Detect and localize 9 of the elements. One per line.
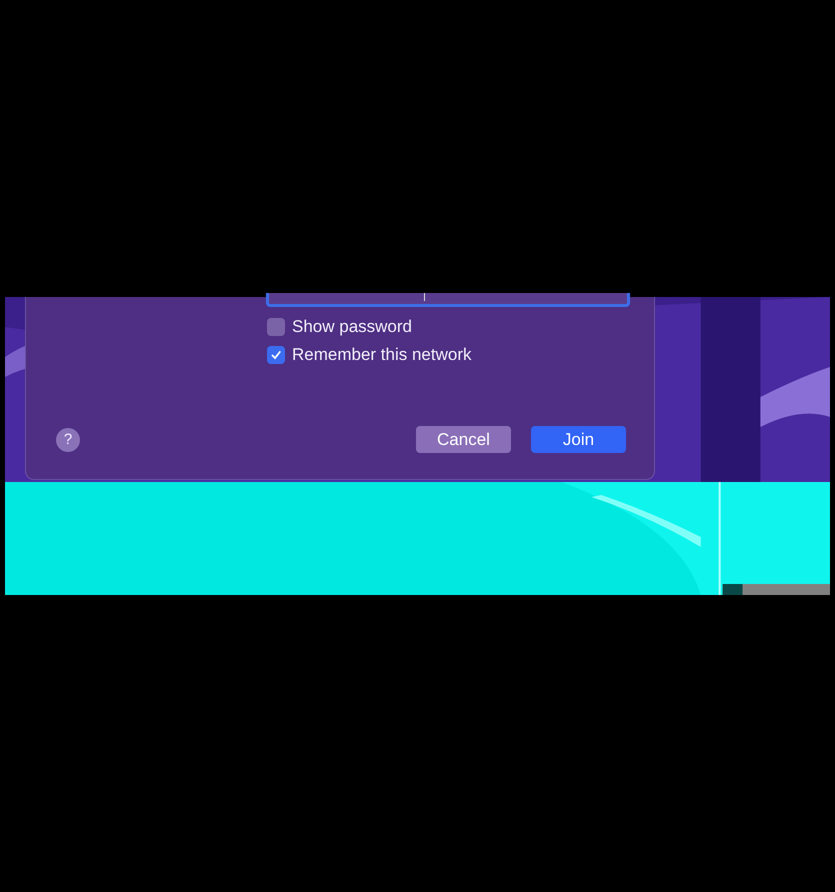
checkmark-icon — [270, 349, 282, 361]
password-field[interactable] — [266, 293, 630, 307]
checkbox[interactable] — [267, 346, 285, 364]
checkbox-label: Remember this network — [292, 345, 472, 365]
cancel-button[interactable]: Cancel — [416, 426, 511, 453]
join-button[interactable]: Join — [531, 426, 626, 453]
checkbox-label: Show password — [292, 317, 412, 337]
checkbox[interactable] — [267, 318, 285, 336]
help-button[interactable]: ? — [56, 428, 80, 452]
